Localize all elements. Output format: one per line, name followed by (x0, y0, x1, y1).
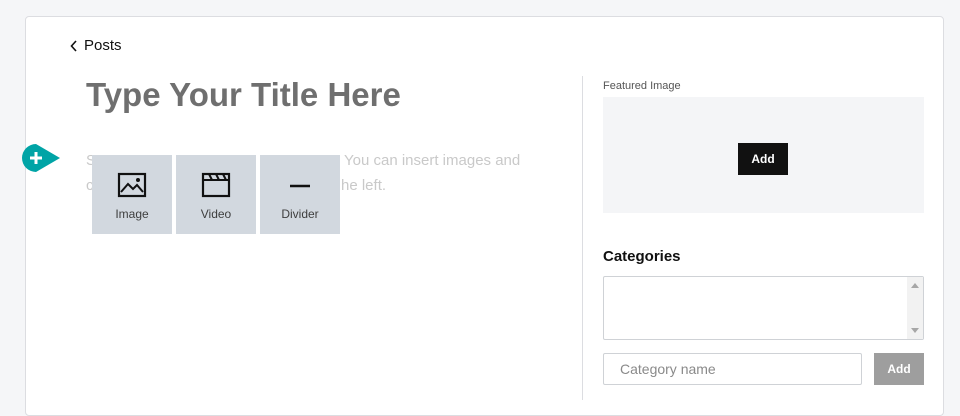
categories-scrollbar[interactable] (907, 277, 923, 339)
category-name-input[interactable] (603, 353, 862, 385)
featured-image-add-button[interactable]: Add (738, 143, 788, 175)
categories-list[interactable] (603, 276, 924, 340)
plus-icon (22, 143, 60, 173)
post-title-input[interactable]: Type Your Title Here (86, 76, 401, 114)
divider-icon (285, 172, 315, 198)
video-label: Video (200, 207, 232, 221)
image-label: Image (115, 207, 149, 221)
column-divider (582, 76, 583, 400)
divider-label: Divider (281, 207, 319, 221)
insert-video-button[interactable]: Video (176, 155, 256, 234)
image-icon (117, 172, 147, 198)
chevron-left-icon (70, 39, 78, 52)
categories-heading: Categories (603, 248, 681, 265)
body-text-fragment: You can insert images and (344, 152, 521, 169)
insert-image-button[interactable]: Image (92, 155, 172, 234)
back-to-posts-link[interactable]: Posts (70, 37, 122, 54)
featured-image-label: Featured Image (603, 80, 681, 92)
block-insert-menu: Image Video Divider (92, 155, 340, 234)
video-icon (201, 172, 231, 198)
category-add-button[interactable]: Add (874, 353, 924, 385)
insert-divider-button[interactable]: Divider (260, 155, 340, 234)
scroll-up-arrow-icon[interactable] (911, 283, 919, 288)
insert-block-button[interactable] (22, 143, 60, 173)
scroll-down-arrow-icon[interactable] (911, 328, 919, 333)
body-text-fragment: he left. (341, 177, 387, 194)
back-link-label: Posts (84, 37, 122, 54)
